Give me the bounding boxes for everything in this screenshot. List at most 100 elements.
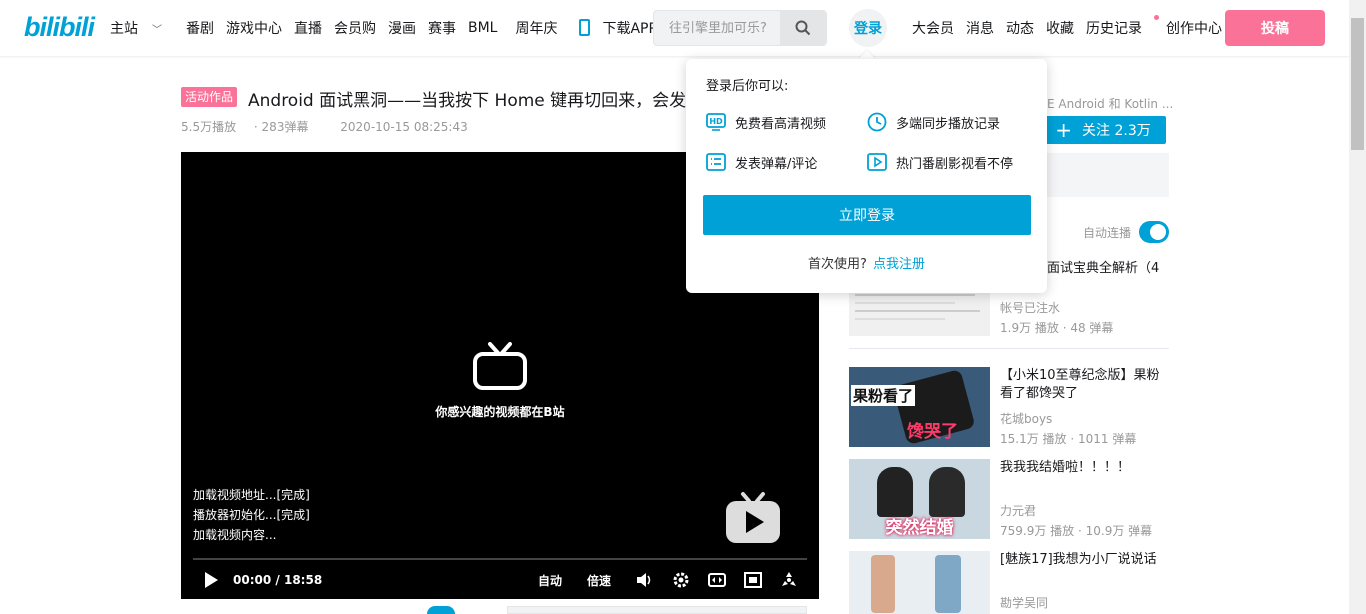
- login-now-button[interactable]: 立即登录: [703, 195, 1031, 235]
- video-thumbnail[interactable]: 突然结婚: [849, 459, 990, 539]
- danmaku-input[interactable]: [507, 606, 807, 614]
- quality-auto-button[interactable]: 自动: [538, 568, 562, 592]
- gear-icon: [673, 572, 689, 588]
- activity-badge: 活动作品: [181, 87, 238, 107]
- loading-log-line: 播放器初始化...[完成]: [193, 508, 310, 522]
- autoplay-label: 自动连播: [1083, 226, 1132, 240]
- nav-bml[interactable]: BML: [468, 20, 497, 36]
- perk-label: 多端同步播放记录: [896, 116, 1001, 132]
- video-thumbnail[interactable]: [849, 290, 990, 336]
- follow-label: 关注 2.3万: [1082, 123, 1151, 139]
- autoplay-toggle[interactable]: [1139, 221, 1169, 243]
- nav-esports[interactable]: 赛事: [428, 18, 456, 38]
- bilibili-logo[interactable]: bilibili: [24, 12, 95, 43]
- danmaku-count: 283弹幕: [261, 120, 309, 134]
- top-header: bilibili 主站 ﹀ 番剧 游戏中心 直播 会员购 漫画 赛事 BML 周年…: [0, 0, 1349, 56]
- video-thumbnail[interactable]: 果粉看了 馋哭了: [849, 367, 990, 447]
- view-count: 5.5万播放 · 283弹幕: [181, 120, 309, 134]
- nav-live[interactable]: 直播: [294, 18, 322, 38]
- nav-dynamics[interactable]: 动态: [1006, 18, 1034, 38]
- nav-history[interactable]: 历史记录: [1086, 15, 1159, 38]
- nav-anime[interactable]: 番剧: [186, 18, 214, 38]
- nav-anniversary[interactable]: 周年庆: [515, 18, 557, 38]
- nav-manga[interactable]: 漫画: [388, 18, 416, 38]
- volume-button[interactable]: [636, 568, 654, 592]
- chevron-down-icon: ﹀: [152, 25, 162, 36]
- video-title-link[interactable]: 我我我结婚啦！！！！: [1000, 459, 1170, 477]
- nav-main-site[interactable]: 主站 ﹀: [110, 18, 174, 38]
- loading-log: 加载视频地址...[完成] 播放器初始化...[完成] 加载视频内容...: [193, 485, 310, 545]
- first-use-text: 首次使用?: [808, 257, 867, 272]
- perk-sync: 多端同步播放记录: [867, 112, 1000, 132]
- video-stats: 15.1万 播放 · 1011 弹幕: [1000, 432, 1137, 446]
- perk-anime: 热门番剧影视看不停: [867, 152, 1013, 172]
- player-controls: 00:00 / 18:58 自动 倍速: [181, 568, 819, 592]
- popup-heading: 登录后你可以:: [706, 79, 789, 94]
- fullscreen-icon: [782, 572, 796, 586]
- uploader-name[interactable]: 花城boys: [1000, 410, 1052, 427]
- search-input[interactable]: [654, 11, 780, 45]
- view-count-text: 5.5万播放: [181, 120, 237, 134]
- play-button[interactable]: [203, 568, 219, 592]
- divider: [849, 348, 1169, 349]
- uploader-name[interactable]: 勘学吴同: [1000, 594, 1048, 611]
- main-nav: 主站 ﹀ 番剧 游戏中心 直播 会员购 漫画 赛事 BML 周年庆 下载APP: [110, 0, 681, 56]
- video-title-link[interactable]: 【小米10至尊纪念版】果粉看了都馋哭了: [1000, 367, 1170, 403]
- register-prompt: 首次使用? 点我注册: [686, 253, 1047, 272]
- author-description: E Android 和 Kotlin ...: [1047, 97, 1174, 111]
- widescreen-button[interactable]: [708, 568, 726, 592]
- play-icon: [205, 572, 218, 588]
- user-nav: 大会员 消息 动态 收藏 历史记录 创作中心: [912, 0, 1234, 56]
- widescreen-icon: [708, 573, 726, 587]
- duration: 18:58: [283, 573, 323, 587]
- current-time: 00:00: [233, 573, 272, 587]
- loading-log-line: 加载视频内容...: [193, 528, 277, 542]
- hd-icon: HD: [706, 112, 726, 132]
- clock-icon: [867, 112, 887, 132]
- settings-button[interactable]: [672, 568, 690, 592]
- fullscreen-button[interactable]: [780, 568, 798, 592]
- register-link[interactable]: 点我注册: [873, 257, 925, 272]
- uploader-name[interactable]: 帐号已注水: [1000, 299, 1060, 316]
- login-popup: 登录后你可以: HD 免费看高清视频 多端同步播放记录 发表弹幕/评论 热门番剧…: [686, 59, 1047, 293]
- time-display: 00:00 / 18:58: [233, 568, 322, 592]
- danmaku-icon: [706, 152, 726, 172]
- video-meta: 5.5万播放 · 283弹幕 2020-10-15 08:25:43: [181, 118, 482, 135]
- login-avatar-button[interactable]: 登录: [849, 9, 887, 47]
- playback-speed-button[interactable]: 倍速: [587, 568, 611, 592]
- download-app-label: 下载APP: [602, 21, 657, 37]
- nav-shop[interactable]: 会员购: [334, 18, 376, 38]
- recommendation-title[interactable]: 面试宝典全解析（4: [1047, 257, 1159, 276]
- perk-comment: 发表弹幕/评论: [706, 152, 817, 172]
- nav-history-label: 历史记录: [1086, 21, 1142, 37]
- nav-game-center[interactable]: 游戏中心: [226, 18, 282, 38]
- video-title-link[interactable]: [魅族17]我想为小厂说说话: [1000, 551, 1170, 569]
- big-play-icon[interactable]: [725, 491, 781, 545]
- perk-hd: HD 免费看高清视频: [706, 112, 826, 132]
- perk-label: 发表弹幕/评论: [735, 156, 818, 172]
- uploader-name[interactable]: 力元君: [1000, 502, 1036, 519]
- perk-label: 免费看高清视频: [735, 116, 827, 132]
- video-stats: 1.9万 播放 · 48 弹幕: [1000, 321, 1114, 335]
- play-box-icon: [867, 152, 887, 172]
- loading-log-line: 加载视频地址...[完成]: [193, 488, 310, 502]
- scrollbar-thumb[interactable]: [1351, 18, 1364, 150]
- web-fullscreen-button[interactable]: [744, 568, 762, 592]
- volume-icon: [637, 573, 651, 587]
- danmaku-toggle[interactable]: [427, 606, 455, 614]
- video-thumbnail[interactable]: [849, 551, 990, 614]
- perk-label: 热门番剧影视看不停: [896, 156, 1014, 172]
- nav-vip[interactable]: 大会员: [912, 18, 954, 38]
- nav-messages[interactable]: 消息: [966, 18, 994, 38]
- nav-favorites[interactable]: 收藏: [1046, 18, 1074, 38]
- thumbnail-caption: 馋哭了: [907, 422, 958, 442]
- upload-button[interactable]: 投稿: [1225, 10, 1325, 46]
- nav-main-site-label: 主站: [110, 21, 138, 37]
- search-button[interactable]: [780, 11, 826, 45]
- progress-bar[interactable]: [193, 558, 807, 560]
- follow-button[interactable]: + 关注 2.3万: [1040, 116, 1166, 144]
- notification-dot: [1154, 15, 1159, 20]
- nav-creator-center[interactable]: 创作中心: [1166, 18, 1222, 38]
- search-icon: [795, 20, 811, 36]
- thumbnail-caption: 突然结婚: [885, 518, 954, 538]
